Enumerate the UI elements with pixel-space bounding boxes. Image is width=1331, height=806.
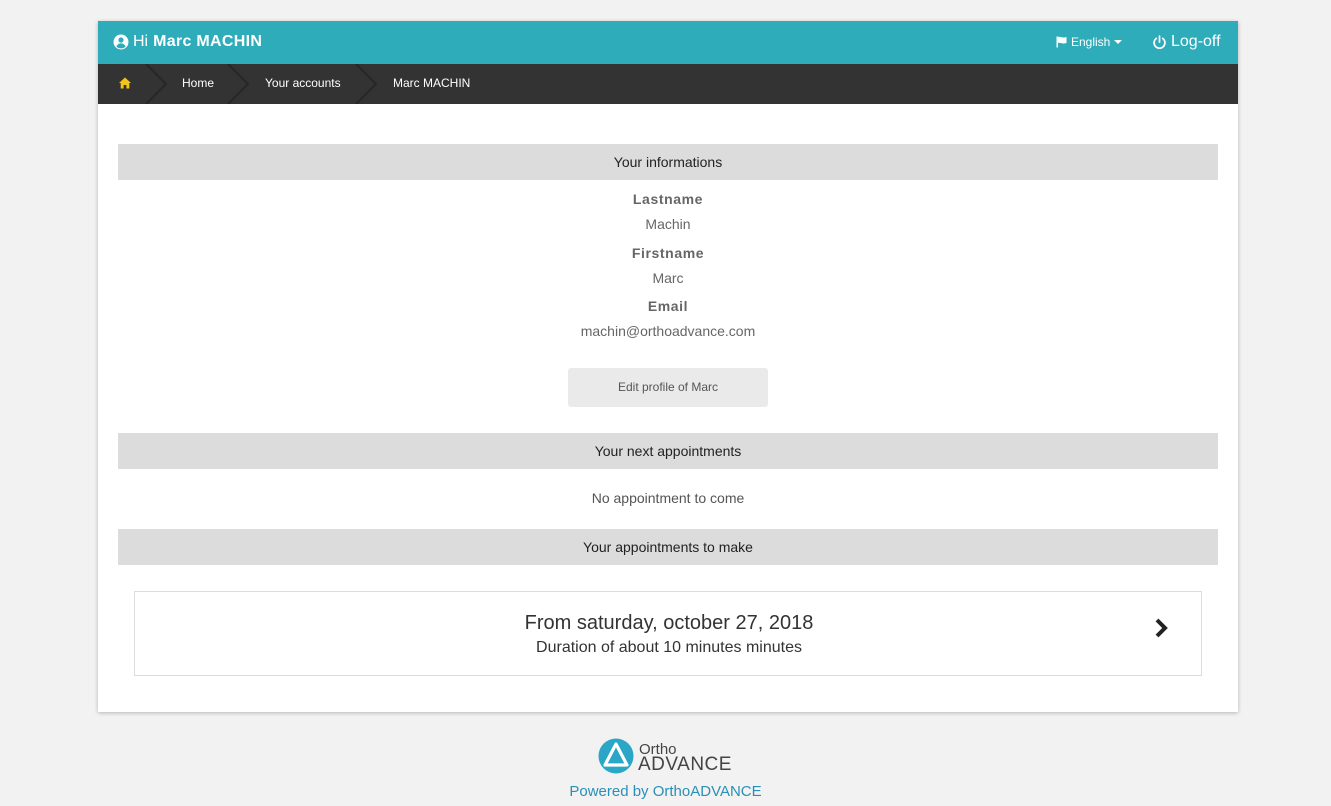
section-next-appointments-title: Your next appointments [118,433,1218,469]
logoff-button[interactable]: Log-off [1152,33,1221,51]
breadcrumb: Home Your accounts Marc MACHIN [98,64,1238,104]
firstname-label: Firstname [631,245,705,261]
breadcrumb-separator [355,64,378,104]
breadcrumb-your-accounts[interactable]: Your accounts [265,76,341,90]
email-label: Email [647,298,689,314]
logo-text-advance: ADVANCE [638,754,732,775]
email-value: machin@orthoadvance.com [580,323,756,339]
top-bar: Hi Marc MACHIN English Log-off [98,21,1238,64]
edit-profile-button[interactable]: Edit profile of Marc [568,368,768,407]
language-dropdown[interactable]: English [1056,35,1123,49]
greeting-text: Hi [133,33,149,50]
breadcrumb-separator [227,64,250,104]
section-appointments-to-make-title: Your appointments to make [118,529,1218,565]
appointment-date: From saturday, october 27, 2018 [524,612,814,634]
language-label: English [1071,35,1111,49]
firstname-value: Marc [652,270,684,286]
breadcrumb-separator [145,64,168,104]
caret-down-icon [1114,40,1123,44]
appointment-duration: Duration of about 10 minutes minutes [536,639,802,656]
user-circle-icon [113,34,129,50]
chevron-right-icon[interactable] [1151,616,1171,640]
power-icon [1153,34,1166,49]
lastname-label: Lastname [632,191,704,207]
user-greeting: Hi Marc MACHIN [113,33,262,51]
breadcrumb-home[interactable]: Home [182,76,214,90]
no-appointment-message: No appointment to come [591,490,745,506]
breadcrumb-current-user[interactable]: Marc MACHIN [393,76,470,90]
flag-icon [1056,36,1067,48]
user-name: Marc MACHIN [153,33,263,50]
logoff-label: Log-off [1171,33,1221,50]
main-card: Hi Marc MACHIN English Log-off Home Your… [98,21,1238,712]
powered-by-link[interactable]: Powered by OrthoADVANCE [0,783,1331,800]
orthoadvance-logo: Ortho ADVANCE [598,738,732,775]
home-icon[interactable] [118,76,132,90]
section-informations-title: Your informations [118,144,1218,180]
appointment-to-make-item[interactable]: From saturday, october 27, 2018 Duration… [134,591,1202,676]
lastname-value: Machin [645,216,691,232]
